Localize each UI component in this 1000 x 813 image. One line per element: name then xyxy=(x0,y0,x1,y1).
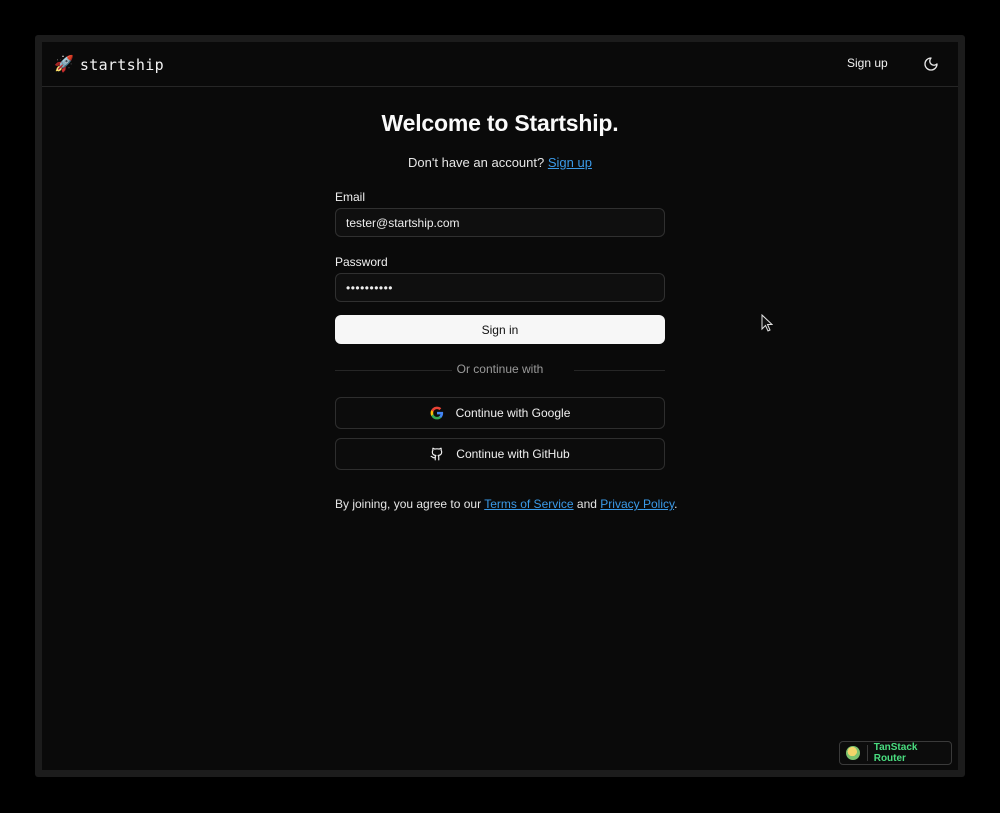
terms-of-service-link[interactable]: Terms of Service xyxy=(484,497,573,511)
or-divider: Or continue with xyxy=(335,362,665,378)
signin-button-label: Sign in xyxy=(481,322,519,337)
github-signin-button[interactable]: Continue with GitHub xyxy=(335,438,665,470)
browser-window: 🚀 startship Sign up Welcome to Startship… xyxy=(35,35,965,777)
signup-prompt: Don't have an account? Sign up xyxy=(42,155,958,170)
terms-suffix: . xyxy=(674,497,678,511)
password-field[interactable] xyxy=(335,273,665,302)
divider-text: Or continue with xyxy=(456,362,544,376)
github-icon xyxy=(430,447,443,461)
email-field[interactable] xyxy=(335,208,665,237)
signup-prompt-text: Don't have an account? xyxy=(408,155,545,170)
signup-link[interactable]: Sign up xyxy=(548,155,592,170)
brand-name: startship xyxy=(79,56,164,74)
terms-and: and xyxy=(576,497,597,511)
terms-prefix: By joining, you agree to our xyxy=(335,497,482,511)
privacy-policy-link[interactable]: Privacy Policy xyxy=(600,497,674,511)
google-icon xyxy=(430,406,443,420)
devtools-label: TanStack Router xyxy=(873,742,918,764)
brand-logo[interactable]: 🚀 startship xyxy=(54,55,164,75)
mouse-pointer-icon xyxy=(761,314,773,332)
moon-icon xyxy=(924,57,938,71)
tanstack-logo-icon xyxy=(846,746,860,760)
navbar: 🚀 startship Sign up xyxy=(42,42,958,87)
google-button-label: Continue with Google xyxy=(455,406,571,420)
page-title: Welcome to Startship. xyxy=(381,110,619,136)
github-button-label: Continue with GitHub xyxy=(456,447,570,461)
email-label: Email xyxy=(335,190,366,204)
google-signin-button[interactable]: Continue with Google xyxy=(335,397,665,429)
badge-separator xyxy=(866,745,868,761)
theme-toggle-button[interactable] xyxy=(923,56,939,72)
tanstack-router-devtools-button[interactable]: TanStack Router xyxy=(839,741,952,765)
terms-notice: By joining, you agree to our Terms of Se… xyxy=(335,497,677,511)
app-viewport: 🚀 startship Sign up Welcome to Startship… xyxy=(42,42,958,770)
signin-button[interactable]: Sign in xyxy=(335,315,665,344)
rocket-icon: 🚀 xyxy=(54,56,74,73)
nav-signup-link[interactable]: Sign up xyxy=(847,55,888,71)
password-label: Password xyxy=(335,255,388,269)
